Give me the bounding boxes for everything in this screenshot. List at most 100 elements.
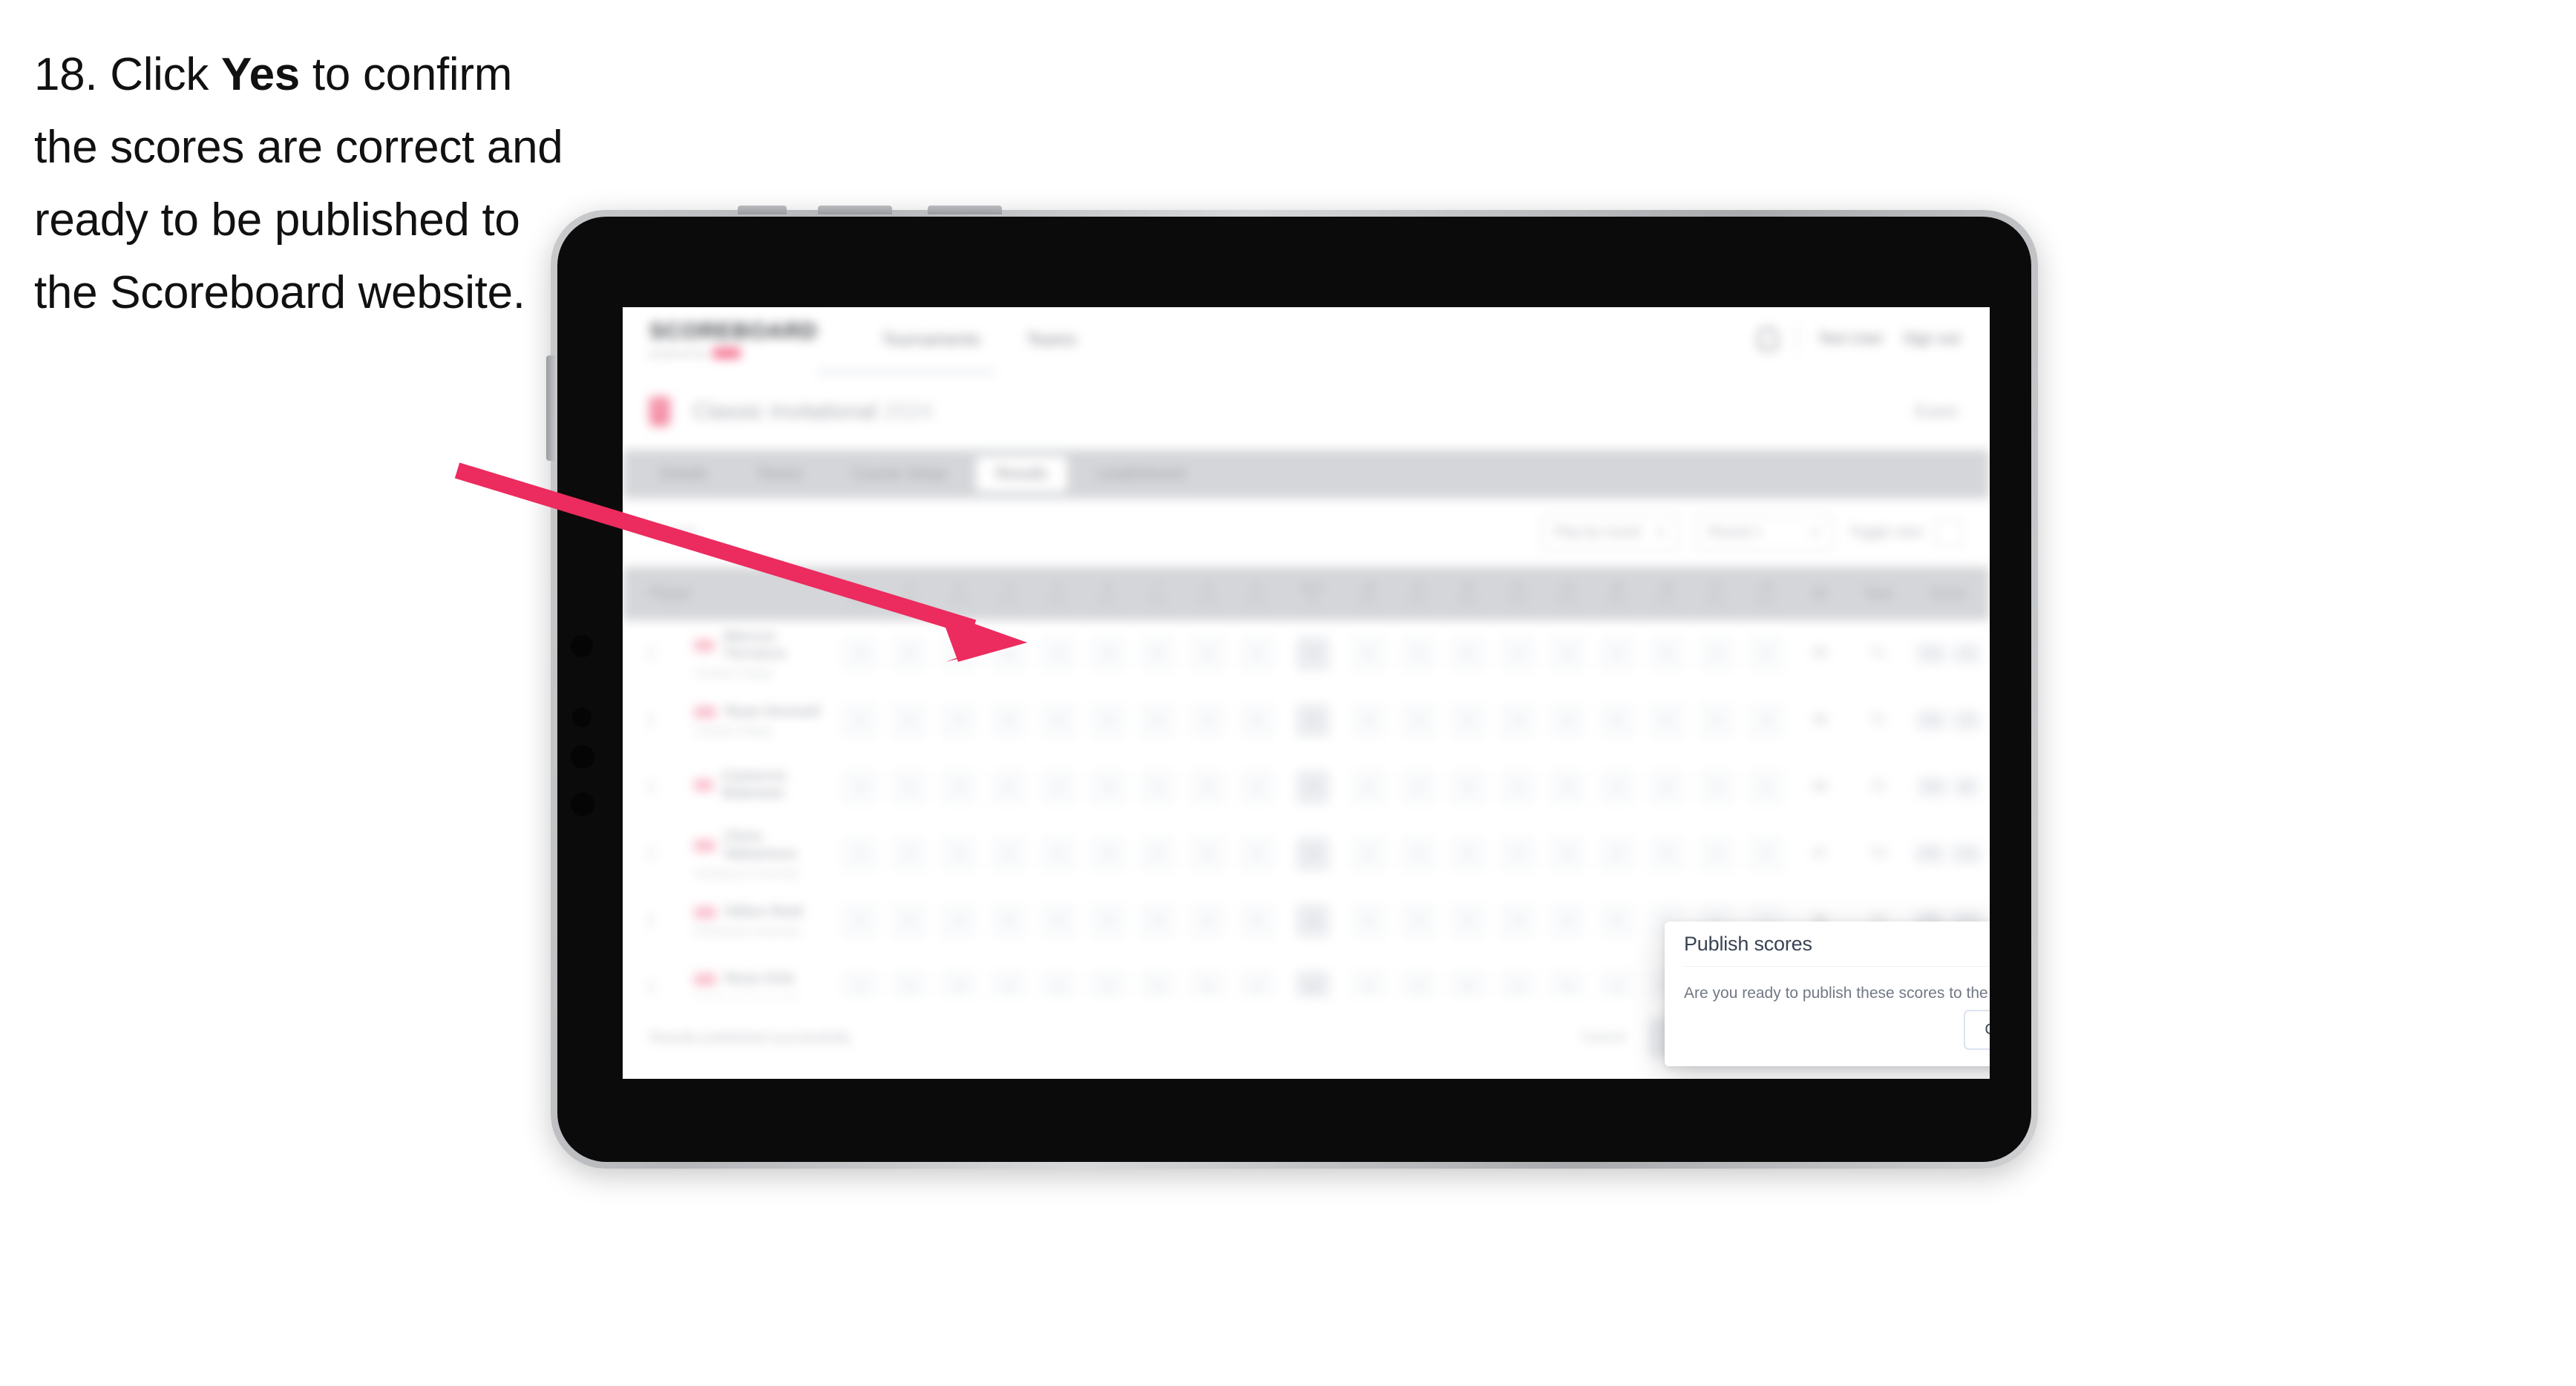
score-input[interactable]: 4 [1700,838,1733,870]
cancel-button[interactable]: Cancel [1964,1010,1990,1050]
score-cell[interactable]: 5 [1642,771,1691,804]
score-input[interactable]: 4 [1190,637,1224,670]
score-input[interactable]: 5 [1141,904,1174,937]
score-input[interactable]: 36 [1296,637,1329,670]
score-cell[interactable]: 5 [1443,771,1493,804]
score-input[interactable]: 4 [1501,771,1534,804]
score-input[interactable]: 3 [1402,637,1435,670]
score-input[interactable]: 4 [1190,904,1224,937]
score-cell[interactable]: 5 [1642,838,1691,870]
score-cell[interactable]: 4 [1493,771,1543,804]
score-input[interactable]: 4 [992,771,1026,804]
score-cell[interactable]: 36 [1282,704,1344,737]
score-cell[interactable]: 4 [1182,704,1232,737]
score-cell[interactable]: 4 [1691,704,1741,737]
score-cell[interactable]: 4 [1344,771,1394,804]
score-cell[interactable]: 4 [1542,838,1592,870]
score-cell[interactable]: 3 [1084,771,1133,804]
score-cell[interactable]: 3 [1592,637,1642,670]
score-cell[interactable]: 4 [1182,904,1232,937]
score-cell[interactable]: 4 [1741,637,1791,670]
row-checkbox[interactable] [623,779,694,795]
score-input[interactable]: 4 [992,904,1026,937]
score-cell[interactable]: 4 [1691,771,1741,804]
score-input[interactable]: 5 [1141,838,1174,870]
search-input[interactable]: Search [649,520,798,545]
score-cell[interactable]: 3 [1394,771,1443,804]
score-cell[interactable]: 3 [1394,838,1443,870]
score-input[interactable]: 4 [1190,771,1224,804]
score-cell[interactable]: 4 [835,904,885,937]
score-cell[interactable]: 5 [1443,838,1493,870]
score-input[interactable]: 4 [1550,771,1584,804]
score-cell[interactable]: 4 [984,771,1034,804]
score-input[interactable]: 5 [1650,704,1683,737]
score-cell[interactable]: 4 [1232,704,1282,737]
score-cell[interactable]: 36 [1282,904,1344,937]
score-cell[interactable]: 4 [984,904,1034,937]
score-input[interactable]: 4 [1352,904,1386,937]
score-input[interactable]: 4 [1352,704,1386,737]
score-cell[interactable]: 5 [1642,704,1691,737]
score-input[interactable]: 3 [1600,838,1633,870]
score-input[interactable]: 4 [1042,637,1075,670]
score-cell[interactable]: 5 [885,838,934,870]
nav-item-teams[interactable]: Teams [1026,329,1077,349]
score-input[interactable]: 4 [1240,637,1274,670]
score-input[interactable]: 3 [1402,771,1435,804]
score-cell[interactable]: 4 [1493,704,1543,737]
score-input[interactable]: 5 [1452,637,1485,670]
score-cell[interactable]: 3 [934,704,984,737]
score-cell[interactable]: 4 [1741,704,1791,737]
score-input[interactable]: 3 [1091,904,1124,937]
page-title-link[interactable]: Event [1915,402,1957,421]
score-cell[interactable]: 5 [1133,904,1182,937]
score-input[interactable]: 3 [943,838,976,870]
score-cell[interactable]: 3 [1084,637,1133,670]
score-input[interactable]: 3 [943,637,976,670]
score-input[interactable]: 4 [843,838,876,870]
score-input[interactable]: 5 [893,904,926,937]
score-input[interactable]: 5 [893,637,926,670]
row-checkbox[interactable] [623,646,694,661]
score-cell[interactable]: 3 [1592,704,1642,737]
score-cell[interactable]: 4 [1034,904,1084,937]
table-row[interactable]: Marcus Torrance Coastal College 4 5 3 4 4 3 5 4 4 3… [623,620,1990,689]
score-cell[interactable]: 36 [1282,637,1344,670]
score-cell[interactable]: 5 [1443,637,1493,670]
score-input[interactable]: 5 [1452,904,1485,937]
score-input[interactable]: 4 [1550,904,1584,937]
user-name-label[interactable]: Test User [1818,330,1884,348]
toggle-box-icon[interactable] [1935,519,1963,547]
checkbox-icon[interactable] [649,979,652,995]
score-cell[interactable]: 5 [1443,704,1493,737]
score-cell[interactable]: 4 [1542,704,1592,737]
round-select[interactable]: Play by round [1540,514,1679,551]
score-cell[interactable]: 4 [835,637,885,670]
score-cell[interactable]: 4 [1034,771,1084,804]
score-input[interactable]: 4 [1190,838,1224,870]
checkbox-icon[interactable] [649,846,652,861]
score-input[interactable]: 4 [1550,838,1584,870]
score-cell[interactable]: 4 [1493,637,1543,670]
score-cell[interactable]: 4 [1542,904,1592,937]
score-cell[interactable]: 3 [934,904,984,937]
score-input[interactable]: 36 [1296,704,1329,737]
score-input[interactable]: 4 [1550,637,1584,670]
score-cell[interactable]: 3 [1084,904,1133,937]
score-input[interactable]: 4 [1550,704,1584,737]
score-input[interactable]: 4 [992,838,1026,870]
score-input[interactable]: 36 [1296,771,1329,804]
score-cell[interactable]: 3 [1592,838,1642,870]
score-cell[interactable]: 4 [835,771,885,804]
row-checkbox[interactable] [623,846,694,861]
score-cell[interactable]: 4 [1182,771,1232,804]
device-button-left[interactable] [546,355,555,461]
score-input[interactable]: 4 [1042,904,1075,937]
score-input[interactable]: 5 [1452,838,1485,870]
footer-cancel-button[interactable]: Cancel [1576,1018,1631,1058]
checkbox-icon[interactable] [649,646,652,661]
checkbox-icon[interactable] [649,779,652,795]
checkbox-icon[interactable] [649,913,652,928]
score-cell[interactable]: 3 [934,838,984,870]
